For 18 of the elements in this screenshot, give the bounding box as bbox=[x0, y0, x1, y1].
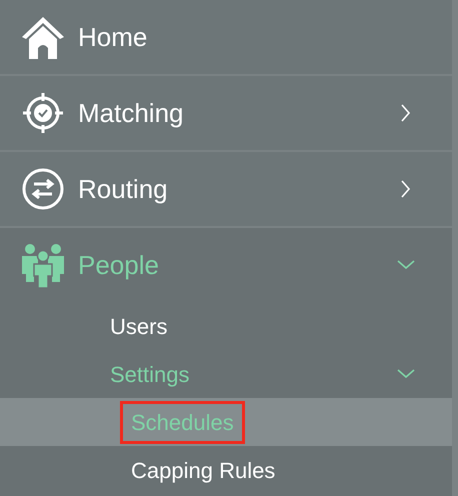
menu-label: Routing bbox=[78, 172, 168, 206]
submenu-item[interactable]: Capping Rules bbox=[0, 446, 452, 494]
people-icon bbox=[20, 242, 66, 288]
submenu-label: Settings bbox=[110, 360, 190, 389]
swap-arrows-icon bbox=[21, 167, 65, 211]
target-icon bbox=[21, 91, 65, 135]
submenu-item[interactable]: Users bbox=[0, 302, 452, 350]
menu-item[interactable]: Home bbox=[0, 0, 452, 74]
submenu-label: Capping Rules bbox=[130, 456, 276, 485]
menu-item[interactable]: Routing bbox=[0, 152, 452, 226]
menu-item[interactable]: People bbox=[0, 228, 452, 302]
submenu-label: Users bbox=[110, 312, 168, 340]
submenu-item[interactable]: Settings bbox=[0, 350, 452, 398]
menu-item[interactable]: Matching bbox=[0, 76, 452, 150]
menu-label: Home bbox=[78, 20, 148, 54]
submenu-label: Schedules bbox=[120, 400, 245, 444]
menu-label: Matching bbox=[78, 96, 184, 130]
menu-label: People bbox=[78, 248, 159, 282]
